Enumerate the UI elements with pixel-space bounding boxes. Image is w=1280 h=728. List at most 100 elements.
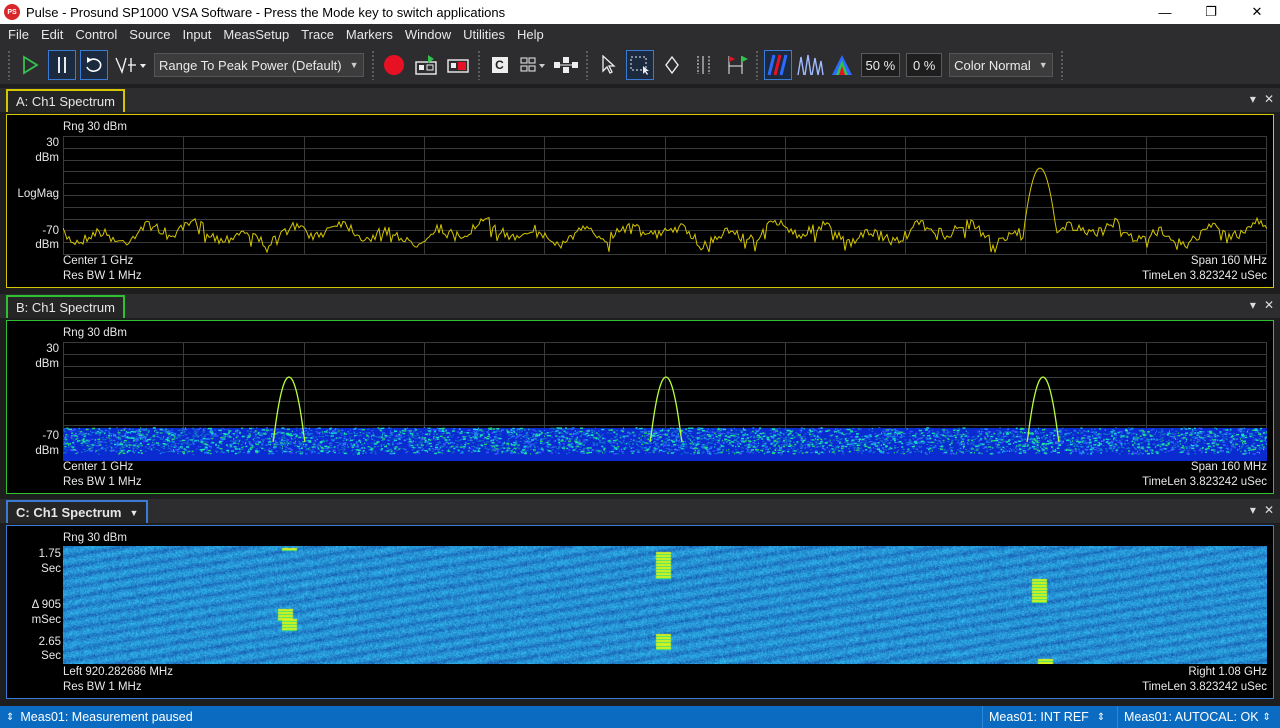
panel-close-icon[interactable]: ✕ — [1264, 92, 1274, 106]
record-icon[interactable] — [380, 50, 408, 80]
toolbar-grip[interactable] — [1059, 50, 1064, 80]
play-icon[interactable] — [16, 50, 44, 80]
panel-b-header: B: Ch1 Spectrum ▾ ✕ — [0, 294, 1280, 318]
persistence-plot-b[interactable] — [63, 342, 1267, 461]
updown-arrows-icon: ⇕ — [1096, 711, 1106, 723]
range-label: Rng 30 dBm — [63, 121, 127, 133]
menu-utilities[interactable]: Utilities — [457, 24, 511, 46]
menu-help[interactable]: Help — [511, 24, 550, 46]
recording-stop-icon[interactable] — [444, 50, 472, 80]
color-scheme-value: Color Normal — [954, 57, 1031, 73]
status-bar: ⇕ Meas01: Measurement paused Meas01: INT… — [0, 706, 1280, 728]
app-logo-icon: PS — [4, 4, 20, 20]
panel-c-tab[interactable]: C: Ch1 Spectrum ▼ — [6, 500, 149, 523]
menu-source[interactable]: Source — [123, 24, 176, 46]
restart-icon[interactable] — [80, 50, 108, 80]
minimize-button[interactable]: — — [1142, 0, 1188, 24]
band-markers-icon[interactable] — [690, 50, 718, 80]
app-window: PS Pulse - Prosund SP1000 VSA Software -… — [0, 0, 1280, 728]
panel-a-tab[interactable]: A: Ch1 Spectrum — [6, 89, 125, 112]
density-view-icon[interactable] — [828, 50, 856, 80]
pointer-icon[interactable] — [594, 50, 622, 80]
center-freq-label: Center 1 GHz — [63, 461, 134, 473]
panel-c-controls: ▾ ✕ — [1250, 503, 1274, 517]
menu-file[interactable]: File — [2, 24, 35, 46]
res-bw-label: Res BW 1 MHz — [63, 270, 142, 282]
flag-markers-icon[interactable] — [722, 50, 750, 80]
panel-a-header: A: Ch1 Spectrum ▾ ✕ — [0, 88, 1280, 112]
toolbar-grip[interactable] — [370, 50, 375, 80]
zoom-box-icon[interactable] — [625, 50, 654, 80]
panel-menu-icon[interactable]: ▾ — [1250, 298, 1256, 312]
pause-icon[interactable] — [48, 50, 76, 80]
menu-trace[interactable]: Trace — [295, 24, 340, 46]
toolbar-grip[interactable] — [476, 50, 481, 80]
updown-arrows-icon: ⇕ — [1262, 711, 1271, 723]
y-top-value: 30 — [46, 137, 59, 149]
signal-flow-icon[interactable] — [552, 50, 580, 80]
y-top-unit: dBm — [35, 358, 59, 370]
timelen-label: TimeLen 3.823242 uSec — [1142, 681, 1267, 693]
title-bar: PS Pulse - Prosund SP1000 VSA Software -… — [0, 0, 1280, 24]
y-bottom-value: 2.65 — [38, 636, 61, 648]
panel-c-tab-label: C: Ch1 Spectrum — [16, 505, 122, 520]
menu-input[interactable]: Input — [176, 24, 217, 46]
updown-arrows-icon: ⇕ — [6, 711, 15, 723]
maximize-button[interactable]: ❐ — [1188, 0, 1234, 24]
waterfall-view-icon[interactable] — [763, 50, 792, 80]
y-top-value: 1.75 — [38, 548, 61, 560]
left-freq-label: Left 920.282686 MHz — [63, 666, 173, 678]
menu-meassetup[interactable]: MeasSetup — [217, 24, 295, 46]
status-reference[interactable]: Meas01: INT REF ⇕ — [983, 706, 1117, 728]
right-freq-label: Right 1.08 GHz — [1188, 666, 1267, 678]
toolbar-grip[interactable] — [7, 50, 11, 80]
y-top-unit: dBm — [35, 152, 59, 164]
close-button[interactable]: ✕ — [1234, 0, 1280, 24]
panel-b-controls: ▾ ✕ — [1250, 298, 1274, 312]
timelen-label: TimeLen 3.823242 uSec — [1142, 476, 1267, 488]
panel-menu-icon[interactable]: ▾ — [1250, 92, 1256, 106]
menu-edit[interactable]: Edit — [35, 24, 69, 46]
panel-close-icon[interactable]: ✕ — [1264, 503, 1274, 517]
panel-menu-icon[interactable]: ▾ — [1250, 503, 1256, 517]
status-autocal[interactable]: Meas01: AUTOCAL: OK ⇕ — [1118, 706, 1280, 728]
y-bottom-value: -70 — [42, 225, 59, 237]
toolbar-grip[interactable] — [754, 50, 759, 80]
y-bottom-unit: Sec — [41, 650, 61, 662]
c-mode-button[interactable]: C — [486, 50, 514, 80]
window-controls: — ❐ ✕ — [1142, 0, 1280, 24]
marker-diamond-icon[interactable] — [658, 50, 686, 80]
menu-markers[interactable]: Markers — [340, 24, 399, 46]
y-top-unit: Sec — [41, 563, 61, 575]
menu-window[interactable]: Window — [399, 24, 457, 46]
panel-b-tab[interactable]: B: Ch1 Spectrum — [6, 295, 125, 318]
panel-close-icon[interactable]: ✕ — [1264, 298, 1274, 312]
autocal-text: Meas01: AUTOCAL: OK — [1124, 710, 1259, 724]
window-title: Pulse - Prosund SP1000 VSA Software - Pr… — [26, 4, 506, 20]
color-scheme-select[interactable]: Color Normal ▼ — [949, 53, 1053, 77]
menu-control[interactable]: Control — [69, 24, 123, 46]
spectrogram-plot-c[interactable] — [63, 546, 1267, 664]
y-scale-label: LogMag — [17, 188, 59, 200]
offset-percent-field[interactable]: 0 % — [906, 53, 943, 77]
range-label: Rng 30 dBm — [63, 327, 127, 339]
panel-b-body: Rng 30 dBm 30 dBm -70 dBm Center 1 GHz R… — [6, 320, 1274, 494]
res-bw-label: Res BW 1 MHz — [63, 476, 142, 488]
persistence-view-icon[interactable] — [796, 50, 824, 80]
y-bottom-unit: dBm — [35, 445, 59, 457]
panel-a-body: Rng 30 dBm 30 dBm LogMag -70 dBm Center … — [6, 114, 1274, 288]
timelen-label: TimeLen 3.823242 uSec — [1142, 270, 1267, 282]
chevron-down-icon[interactable]: ▼ — [129, 508, 138, 518]
toolbar-grip[interactable] — [584, 50, 589, 80]
status-measurement[interactable]: ⇕ Meas01: Measurement paused — [0, 706, 982, 728]
toolbar: Range To Peak Power (Default) ▼ C 50 % 0… — [0, 46, 1280, 84]
status-text: Meas01: Measurement paused — [20, 710, 193, 724]
trigger-step-icon[interactable] — [112, 50, 148, 80]
range-label: Rng 30 dBm — [63, 532, 127, 544]
zoom-percent-field[interactable]: 50 % — [860, 53, 901, 77]
spectrum-plot-a[interactable] — [63, 136, 1267, 255]
recording-playback-icon[interactable] — [412, 50, 440, 80]
range-select[interactable]: Range To Peak Power (Default) ▼ — [154, 53, 364, 77]
y-bottom-unit: dBm — [35, 239, 59, 251]
layout-grid-icon[interactable] — [518, 50, 548, 80]
